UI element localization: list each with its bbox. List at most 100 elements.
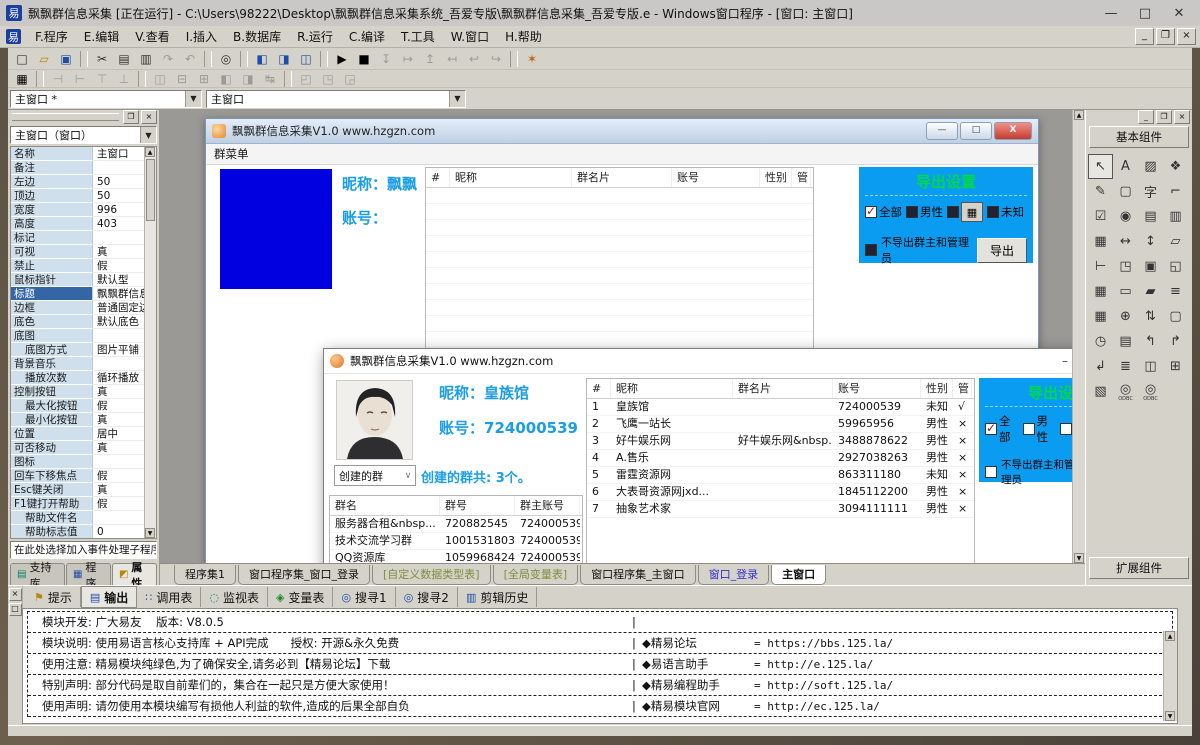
mdi-minimize-button[interactable]: _ — [1135, 28, 1154, 45]
checkbox-option[interactable]: 全部 — [865, 204, 902, 220]
align-bottom-icon[interactable]: ⊥ — [114, 70, 134, 87]
shape-icon[interactable]: ❖ — [1163, 154, 1188, 179]
window-switch-icon[interactable]: ↲ — [1088, 354, 1113, 379]
property-value[interactable]: 50 — [93, 189, 145, 203]
panel-icon[interactable]: ◫ — [1138, 354, 1163, 379]
table-row[interactable]: 4 A.售乐 2927038263 男性 × — [587, 450, 974, 467]
property-value[interactable]: 真 — [93, 385, 145, 399]
property-row[interactable]: Esc键关闭 真 — [11, 483, 145, 497]
checkbox-icon[interactable] — [985, 466, 997, 478]
stop-icon[interactable]: ■ — [354, 50, 374, 67]
menu-item[interactable]: I.插入 — [178, 26, 225, 47]
checkbox-option[interactable]: 男性 — [1023, 413, 1057, 445]
table-row[interactable]: 7 抽象艺术家 3094111111 男性 × — [587, 501, 974, 518]
property-value[interactable]: 0 — [93, 525, 145, 539]
document-tab[interactable]: 主窗口 — [771, 565, 826, 585]
window-cascade-icon[interactable]: ◫ — [296, 50, 316, 67]
hotkey-box-icon[interactable]: ▢ — [1113, 179, 1138, 204]
checked-list-icon[interactable]: ▦ — [1088, 229, 1113, 254]
property-grid-scrollbar[interactable]: ▲ ▼ — [144, 147, 156, 538]
property-value[interactable]: 假 — [93, 497, 145, 511]
center-h-icon[interactable]: ◧ — [216, 70, 236, 87]
property-value[interactable] — [93, 455, 145, 469]
toolbar-icon[interactable] — [80, 51, 88, 67]
palette-close-button[interactable]: × — [1174, 110, 1190, 124]
checkbox-icon[interactable]: ☑ — [1088, 204, 1113, 229]
v-scrollbar-icon[interactable]: ↕ — [1138, 229, 1163, 254]
property-value[interactable]: 普通固定边框 — [93, 301, 145, 315]
property-value[interactable]: 图片平铺 — [93, 343, 145, 357]
scroll-up-icon[interactable]: ▲ — [145, 147, 155, 157]
net-upload-icon[interactable]: ⊕ — [1113, 304, 1138, 329]
table-row[interactable]: 1 皇族馆 724000539 未知 √ — [587, 399, 974, 416]
chevron-down-icon[interactable]: ▼ — [185, 91, 201, 107]
document-tab[interactable]: [自定义数据类型表] — [372, 565, 491, 585]
menu-item[interactable]: V.查看 — [127, 26, 177, 47]
app-close-button[interactable]: ✕ — [1162, 2, 1196, 24]
chevron-down-icon[interactable]: ▼ — [449, 91, 465, 107]
toolbar-icon[interactable] — [204, 51, 212, 67]
window-unload-icon[interactable]: ↱ — [1163, 329, 1188, 354]
palette-restore-button[interactable]: ❐ — [1156, 110, 1172, 124]
table-row[interactable]: 技术交流学习群 1001531803 724000539 — [330, 533, 582, 550]
progress-bar-icon[interactable]: ▱ — [1163, 229, 1188, 254]
property-value[interactable]: 403 — [93, 217, 145, 231]
event-handler-hint[interactable]: 在此处选择加入事件处理子程序 — [10, 541, 157, 559]
left-panel-tab[interactable]: ▤ 支持库 — [10, 563, 65, 585]
slider-icon[interactable]: ⊢ — [1088, 254, 1113, 279]
mdi-vertical-scrollbar[interactable]: ▲ ▼ — [1072, 110, 1085, 563]
form-designer-icon[interactable]: ▦ — [12, 70, 32, 87]
scroll-up-icon[interactable]: ▲ — [1165, 631, 1175, 641]
property-value[interactable] — [93, 231, 145, 245]
property-value[interactable]: 主窗口 — [93, 147, 145, 161]
table-row[interactable]: 2 飞鹰一站长 59965956 男性 × — [587, 416, 974, 433]
property-row[interactable]: 回车下移焦点 假 — [11, 469, 145, 483]
same-height-icon[interactable]: ⊟ — [172, 70, 192, 87]
center-v-icon[interactable]: ◨ — [238, 70, 258, 87]
odbc-beads-icon[interactable]: ◎ ODBC — [1113, 379, 1138, 404]
output-tab[interactable]: ∷ 调用表 — [137, 587, 201, 607]
lock-controls-icon[interactable]: ◲ — [340, 70, 360, 87]
panel-restore-button[interactable]: ❐ — [123, 110, 139, 124]
property-value[interactable]: 居中 — [93, 427, 145, 441]
tab-control-icon[interactable]: ◳ — [1113, 254, 1138, 279]
paste-icon[interactable]: ▥ — [136, 50, 156, 67]
updown-icon[interactable]: ⇅ — [1138, 304, 1163, 329]
checkbox-icon[interactable] — [947, 206, 959, 218]
behind-maximize-button[interactable]: □ — [960, 122, 992, 140]
member-table[interactable]: # 昵称 群名片 账号 性别 管 1 皇族馆 — [586, 378, 975, 563]
property-row[interactable]: 左边 50 — [11, 175, 145, 189]
property-row[interactable]: 背景音乐 — [11, 357, 145, 371]
checkbox-icon[interactable] — [1023, 423, 1035, 435]
property-row[interactable]: 位置 居中 — [11, 427, 145, 441]
document-tab[interactable]: 窗口程序集_主窗口 — [580, 565, 696, 585]
property-row[interactable]: 底图方式 图片平铺 — [11, 343, 145, 357]
checkbox-icon[interactable] — [985, 423, 997, 435]
step-over-icon[interactable]: ↦ — [398, 50, 418, 67]
image2-icon[interactable]: ▧ — [1088, 379, 1113, 404]
find-in-files-icon[interactable]: ◎ — [216, 50, 236, 67]
checkbox-option[interactable]: 全部 — [985, 413, 1019, 445]
menu-item[interactable]: E.编辑 — [76, 26, 127, 47]
menu-item[interactable]: H.帮助 — [497, 26, 550, 47]
window-selector-combo[interactable]: 主窗口 ▼ — [206, 90, 466, 108]
browser-box-icon[interactable]: ◱ — [1163, 254, 1188, 279]
checkbox-icon[interactable] — [865, 206, 877, 218]
property-value[interactable]: 真 — [93, 483, 145, 497]
group-menu[interactable]: 群菜单 — [206, 144, 1038, 165]
property-row[interactable]: 边框 普通固定边框 — [11, 301, 145, 315]
basic-components-button[interactable]: 基本组件 — [1089, 126, 1189, 148]
rich-edit-icon[interactable]: ✎ — [1088, 179, 1113, 204]
property-row[interactable]: 高度 403 — [11, 217, 145, 231]
behind-minimize-button[interactable]: — — [926, 122, 958, 140]
restart-icon[interactable]: ↪ — [486, 50, 506, 67]
left-panel-tab[interactable]: ◩ 属性 — [112, 563, 157, 585]
split-panel-icon[interactable]: ⊞ — [1163, 354, 1188, 379]
property-row[interactable]: 底图 — [11, 329, 145, 343]
property-value[interactable]: 假 — [93, 399, 145, 413]
property-value[interactable]: 50 — [93, 175, 145, 189]
property-value[interactable]: 飘飘群信息采集 — [93, 287, 145, 301]
scrollbar-thumb[interactable] — [146, 159, 155, 221]
property-row[interactable]: 名称 主窗口 — [11, 147, 145, 161]
output-tab[interactable]: ◎ 搜寻1 — [333, 587, 395, 607]
